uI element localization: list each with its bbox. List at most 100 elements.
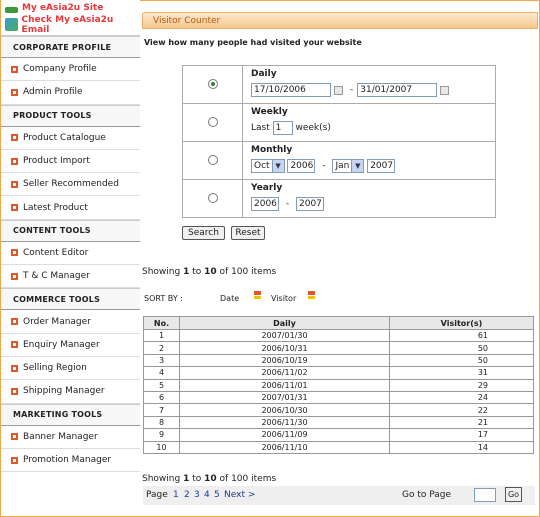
row-date: 2006/11/30: [179, 415, 390, 430]
from-year-input[interactable]: 2006: [287, 159, 316, 173]
page-link-1[interactable]: 1: [173, 490, 179, 500]
row-visitors: 50: [389, 353, 534, 368]
email-link-label: Check My eAsia2u Email: [21, 14, 114, 35]
row-date: 2006/10/31: [179, 341, 390, 355]
table-row: 6 2007/01/31 24: [143, 390, 534, 405]
row-date: 2006/11/02: [179, 366, 390, 380]
sidebar-item-content-editor[interactable]: Content Editor: [1, 242, 140, 266]
next-page-link[interactable]: Next >: [224, 490, 255, 500]
row-date: 2006/11/09: [179, 428, 390, 442]
sidebar-item-company-profile[interactable]: Company Profile: [1, 58, 140, 82]
search-button[interactable]: Search: [182, 226, 225, 240]
email-link[interactable]: Check My eAsia2u Email: [1, 14, 140, 36]
from-month-select[interactable]: Oct ▼: [251, 159, 285, 173]
weekly-radio-cell: [182, 103, 243, 142]
row-visitors: 50: [389, 341, 534, 355]
bullet-icon: [11, 134, 18, 142]
row-no: 4: [143, 366, 180, 380]
table-row: 7 2006/10/30 22: [143, 403, 534, 417]
row-date: 2007/01/31: [179, 390, 390, 405]
calendar-icon[interactable]: [440, 85, 450, 95]
sidebar-item-label: Admin Profile: [23, 87, 83, 98]
bullet-icon: [11, 364, 18, 372]
yearly-label: Yearly: [251, 183, 283, 193]
range-dash: -: [350, 85, 354, 95]
to-year-input[interactable]: 2007: [367, 159, 396, 173]
sidebar-item-selling-region[interactable]: Selling Region: [1, 357, 140, 381]
daily-options: Daily 17/10/2006 -31/01/2007: [242, 65, 496, 104]
sidebar-item-order-manager[interactable]: Order Manager: [1, 310, 140, 334]
sidebar-item-admin-profile[interactable]: Admin Profile: [1, 81, 140, 105]
bullet-icon: [11, 88, 18, 96]
yearly-to-input[interactable]: 2007: [296, 197, 324, 211]
sidebar-item-label: Selling Region: [23, 363, 87, 374]
sidebar-item-label: Latest Product: [23, 202, 88, 213]
bullet-icon: [11, 341, 18, 349]
row-no: 5: [143, 378, 180, 392]
sort-date-link[interactable]: Date: [220, 294, 239, 303]
sort-visitor-link[interactable]: Visitor: [271, 294, 296, 303]
sidebar-item-promotion-manager[interactable]: Promotion Manager: [1, 449, 140, 473]
sidebar-item-shipping-manager[interactable]: Shipping Manager: [1, 380, 140, 404]
row-no: 1: [143, 328, 180, 343]
bullet-icon: [11, 433, 18, 441]
reset-button[interactable]: Reset: [231, 226, 265, 240]
column-header: Daily: [179, 316, 390, 330]
page-link-5[interactable]: 5: [214, 490, 220, 500]
row-visitors: 29: [389, 378, 534, 392]
row-date: 2006/10/30: [179, 403, 390, 417]
page-link-2[interactable]: 2: [184, 490, 190, 500]
calendar-icon[interactable]: [334, 85, 343, 95]
sort-visitor-arrows-icon[interactable]: [308, 291, 315, 300]
sort-date-arrows-icon[interactable]: [254, 291, 261, 300]
sidebar-item-product-import[interactable]: Product Import: [1, 150, 140, 174]
page-link-3[interactable]: 3: [194, 490, 200, 500]
row-no: 7: [143, 403, 180, 417]
daily-from-input[interactable]: 17/10/2006: [251, 83, 331, 97]
daily-radio[interactable]: [207, 79, 218, 89]
goto-page-input[interactable]: [474, 488, 496, 502]
sidebar-item-latest-product[interactable]: Latest Product: [1, 196, 140, 220]
site-icon: [5, 7, 18, 13]
chevron-down-icon: ▼: [271, 160, 284, 172]
row-visitors: 21: [389, 415, 534, 430]
to-month-select[interactable]: Jan ▼: [332, 159, 365, 173]
table-row: 2 2006/10/31 50: [143, 341, 534, 355]
section-product-tools: PRODUCT TOOLS: [1, 104, 140, 127]
goto-label: Go to Page: [402, 490, 452, 500]
showing-prefix: Showing: [142, 474, 181, 484]
yearly-radio[interactable]: [207, 193, 218, 203]
sidebar-item-enquiry-manager[interactable]: Enquiry Manager: [1, 334, 140, 357]
go-button[interactable]: Go: [505, 487, 522, 502]
monthly-radio[interactable]: [207, 155, 218, 165]
sidebar-item-tc-manager[interactable]: T & C Manager: [1, 265, 140, 289]
visitor-table: No. Daily Visitor(s) 1 2007/01/30 61 2 2006…: [143, 316, 534, 454]
pagination-bar: Page 1 2 3 4 5 Next > Go to Page Go: [143, 486, 535, 505]
row-visitors: 31: [389, 366, 534, 380]
table-row: 1 2007/01/30 61: [143, 328, 534, 343]
row-visitors: 24: [389, 390, 534, 405]
sidebar: My eAsia2u Site Check My eAsia2u Email C…: [1, 0, 140, 516]
showing-from: 1: [183, 267, 190, 277]
daily-to-input[interactable]: 31/01/2007: [357, 83, 438, 97]
section-content-tools: CONTENT TOOLS: [1, 219, 140, 242]
row-no: 3: [143, 353, 180, 368]
sidebar-item-product-catalogue[interactable]: Product Catalogue: [1, 127, 140, 150]
sidebar-item-label: Shipping Manager: [23, 386, 105, 397]
sidebar-item-label: Company Profile: [23, 64, 97, 75]
sidebar-item-banner-manager[interactable]: Banner Manager: [1, 426, 140, 449]
sidebar-item-seller-recommended[interactable]: Seller Recommended: [1, 173, 140, 197]
from-month-value: Oct: [254, 161, 270, 171]
weekly-count-input[interactable]: 1: [272, 121, 293, 135]
column-header: No.: [143, 316, 180, 330]
main-content: Visitor Counter View how many people had…: [142, 0, 538, 516]
row-date: 2006/11/01: [179, 378, 390, 392]
bullet-icon: [11, 180, 18, 188]
yearly-from-input[interactable]: 2006: [251, 197, 279, 211]
table-row: 8 2006/11/30 21: [143, 415, 534, 430]
page-link-4[interactable]: 4: [204, 490, 210, 500]
weekly-radio[interactable]: [207, 117, 218, 127]
row-date: 2006/11/10: [179, 440, 390, 454]
site-link[interactable]: My eAsia2u Site: [1, 0, 140, 14]
showing-from: 1: [183, 474, 190, 484]
